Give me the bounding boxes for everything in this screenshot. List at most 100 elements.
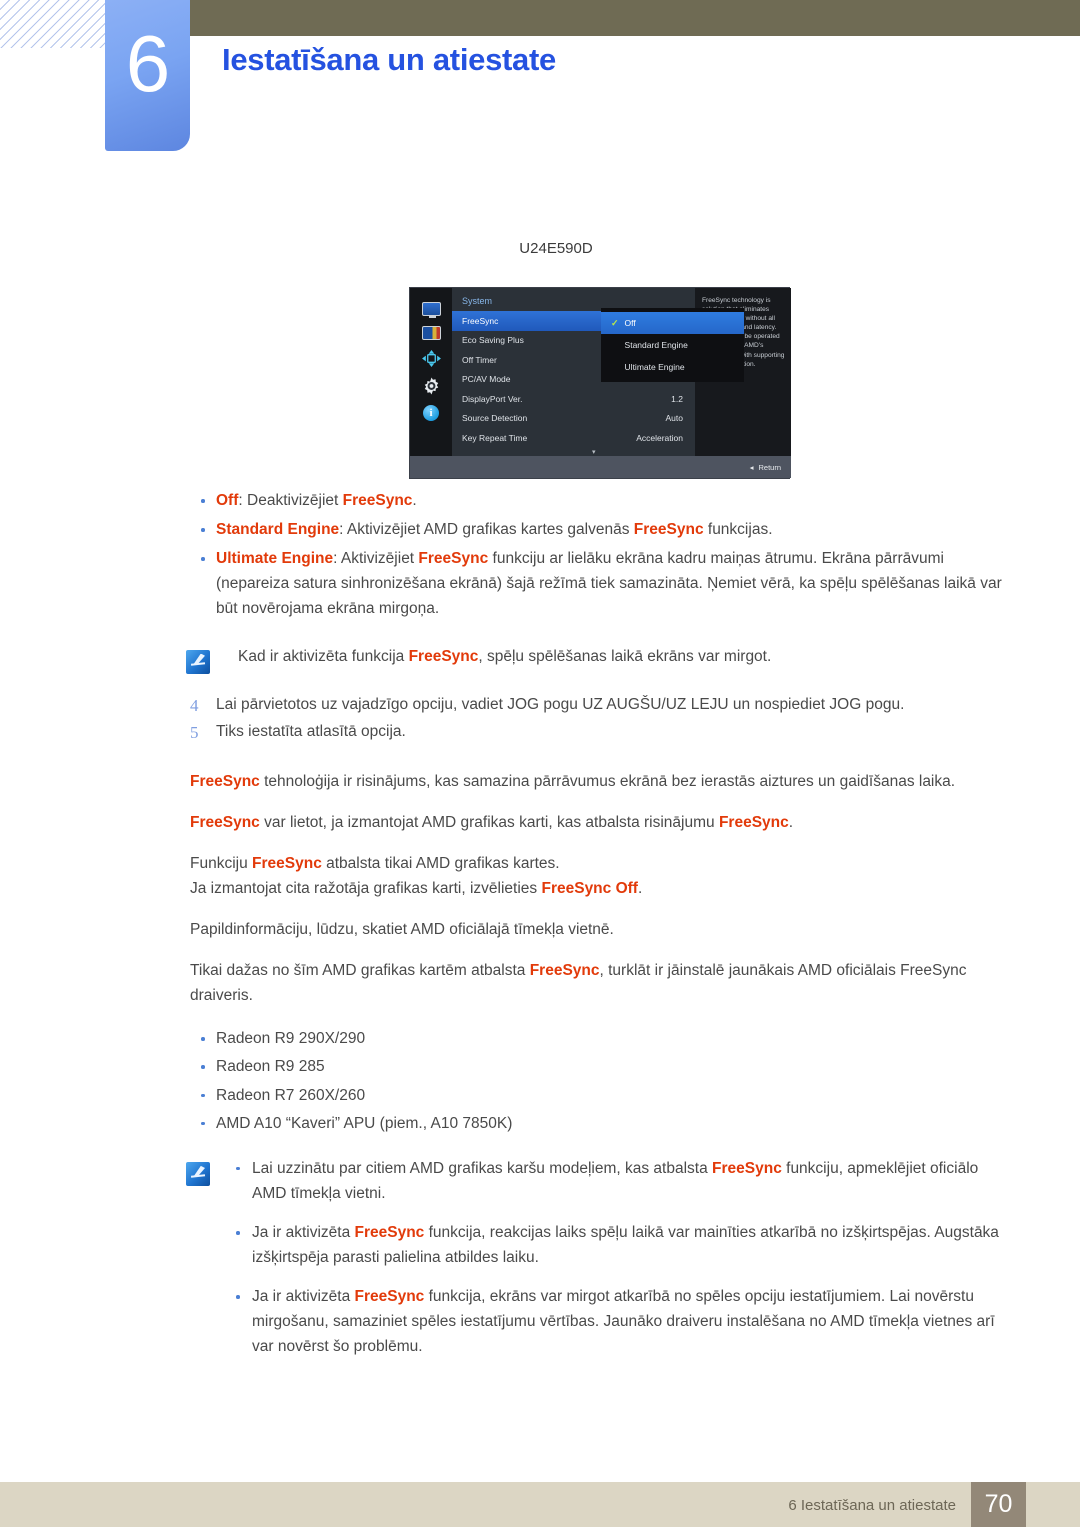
text-run: .: [412, 492, 417, 509]
step-text: Lai pārvietotos uz vajadzīgo opciju, vad…: [216, 695, 905, 713]
chapter-number: 6: [125, 19, 170, 108]
display-icon[interactable]: [421, 302, 441, 318]
bullet-icon: [190, 517, 216, 542]
list-item: Ja ir aktivizēta FreeSync funkcija, ekrā…: [224, 1284, 1008, 1359]
osd-option-label: Ultimate Engine: [624, 362, 685, 372]
bullet-text: Ultimate Engine: Aktivizējiet FreeSync f…: [216, 546, 1008, 621]
osd-row-label: PC/AV Mode: [462, 374, 511, 385]
card-name: Radeon R7 260X/260: [216, 1086, 366, 1104]
note-bullet-text: Lai uzzinātu par citiem AMD grafikas kar…: [252, 1156, 1008, 1206]
osd-row-displayport-ver[interactable]: DisplayPort Ver. 1.2: [452, 389, 695, 409]
text-run: .: [788, 813, 794, 831]
note-text: Kad ir aktivizēta funkcija FreeSync, spē…: [210, 644, 1008, 674]
osd-freesync-popup: ✓ Off ✓ Standard Engine ✓ Ultimate Engin…: [601, 308, 744, 382]
list-item: 4 Lai pārvietotos uz vajadzīgo opciju, v…: [190, 692, 1008, 720]
osd-screenshot: i System FreeSync Eco Saving Plus Off Ti…: [409, 287, 791, 479]
page-number-badge: 70: [971, 1482, 1026, 1527]
list-item: Ultimate Engine: Aktivizējiet FreeSync f…: [0, 546, 1080, 621]
paragraph-freesync-usage: FreeSync var lietot, ja izmantojat AMD g…: [0, 810, 1080, 835]
text-run: funkcijas.: [703, 521, 773, 539]
highlight-term: FreeSync: [190, 813, 260, 831]
osd-row-value: Auto: [665, 413, 684, 424]
arrows-icon[interactable]: [421, 350, 441, 367]
text-run: Tikai dažas no šīm AMD grafikas kartēm a…: [190, 962, 530, 980]
text-run: Ja ir aktivizēta: [252, 1288, 355, 1306]
paragraph-freesync-intro: FreeSync tehnoloģija ir risinājums, kas …: [0, 769, 1080, 794]
text-run: , spēļu spēlēšanas laikā ekrāns var mirg…: [478, 647, 772, 665]
bullet-icon: [224, 1220, 252, 1270]
osd-row-value: 1.2: [671, 393, 683, 404]
osd-menu-panel: System FreeSync Eco Saving Plus Off Time…: [452, 288, 744, 458]
seg: : Aktivizējiet AMD grafikas kartes galve…: [339, 521, 772, 538]
gear-icon[interactable]: [422, 377, 441, 395]
highlight-term: FreeSync: [354, 1224, 425, 1242]
page-title: Iestatīšana un atiestate: [222, 42, 556, 77]
osd-icon-rail: i: [410, 288, 452, 458]
text-run: atbalsta tikai AMD grafikas kartes.: [321, 854, 560, 872]
paragraph-more-info: Papildinformāciju, lūdzu, skatiet AMD of…: [0, 917, 1080, 942]
highlight-term: FreeSync Off: [541, 879, 638, 897]
osd-row-key-repeat-time[interactable]: Key Repeat Time Acceleration: [452, 428, 695, 448]
seg: : Aktivizējiet FreeSync funkciju ar liel…: [216, 550, 1002, 617]
model-label-row: U24E590D: [0, 240, 1080, 257]
text-run: Papildinformāciju, lūdzu, skatiet AMD of…: [190, 921, 614, 939]
osd-row-source-detection[interactable]: Source Detection Auto: [452, 409, 695, 429]
osd-row-label: FreeSync: [462, 315, 499, 326]
text-run: Ja ir aktivizēta: [252, 1224, 355, 1242]
text-run: Lai uzzinātu par citiem AMD grafikas kar…: [252, 1159, 713, 1177]
bullet-icon: [190, 1083, 216, 1108]
picture-icon[interactable]: [421, 326, 441, 340]
bullet-icon: [190, 488, 216, 513]
term: Standard Engine: [216, 521, 340, 539]
card-name: Radeon R9 285: [216, 1058, 325, 1076]
osd-row-label: Source Detection: [462, 413, 528, 424]
highlight-term: FreeSync: [342, 492, 413, 509]
scroll-down-icon[interactable]: ▾: [592, 448, 596, 456]
card-name: Radeon R9 290X/290: [216, 1030, 366, 1048]
list-item: Radeon R9 290X/290: [0, 1026, 1080, 1051]
chapter-number-badge: 6: [105, 0, 190, 151]
bullet-icon: [224, 1156, 252, 1206]
text-run: : Aktivizējiet: [333, 550, 419, 568]
osd-row-value: Acceleration: [636, 432, 683, 443]
osd-option-label: Off: [624, 318, 636, 328]
osd-row-label: DisplayPort Ver.: [462, 393, 523, 404]
osd-option-ultimate-engine[interactable]: ✓ Ultimate Engine: [601, 356, 744, 378]
text-run: Funkciju: [190, 854, 253, 872]
note-bullet-text: Ja ir aktivizēta FreeSync funkcija, ekrā…: [252, 1284, 1008, 1359]
highlight-term: FreeSync: [718, 813, 789, 831]
text-run: Kad ir aktivizēta funkcija: [238, 647, 409, 665]
main-content: Off: Deaktivizējiet FreeSync. Standard E…: [0, 488, 1080, 1360]
return-arrow-icon[interactable]: ◂: [750, 463, 754, 472]
list-item: Radeon R9 285: [0, 1054, 1080, 1079]
step-number: 5: [190, 723, 199, 743]
bullet-icon: [190, 1111, 216, 1136]
osd-row-label: Eco Saving Plus: [462, 335, 524, 346]
note-body: Lai uzzinātu par citiem AMD grafikas kar…: [210, 1156, 1008, 1360]
osd-option-off[interactable]: ✓ Off: [601, 312, 744, 334]
return-label[interactable]: Return: [758, 463, 781, 472]
info-icon[interactable]: i: [423, 405, 439, 421]
osd-footer: ◂ Return: [410, 456, 791, 478]
text-run: tehnoloģija ir risinājums, kas samazina …: [259, 772, 956, 790]
paragraph-supported-cards: Tikai dažas no šīm AMD grafikas kartēm a…: [0, 958, 1080, 1008]
step-text: Tiks iestatīta atlasītā opcija.: [216, 723, 406, 741]
note-bullet-text: Ja ir aktivizēta FreeSync funkcija, reak…: [252, 1220, 1008, 1270]
paragraph-amd-only: Funkciju FreeSync atbalsta tikai AMD gra…: [0, 851, 1080, 876]
list-item: Ja ir aktivizēta FreeSync funkcija, reak…: [224, 1220, 1008, 1270]
list-item: AMD A10 “Kaveri” APU (piem., A10 7850K): [0, 1111, 1080, 1136]
model-label: U24E590D: [519, 240, 593, 257]
text-run: Ja izmantojat cita ražotāja grafikas kar…: [190, 879, 542, 897]
card-name: AMD A10 “Kaveri” APU (piem., A10 7850K): [216, 1114, 513, 1132]
bullet-icon: [190, 1054, 216, 1079]
bullet-icon: [224, 1284, 252, 1359]
note-icon: [186, 649, 210, 674]
osd-row-label: Key Repeat Time: [462, 432, 528, 443]
note-block-2: Lai uzzinātu par citiem AMD grafikas kar…: [0, 1156, 1080, 1360]
osd-option-label: Standard Engine: [624, 340, 688, 350]
footer-chapter-label: 6 Iestatīšana un atiestate: [788, 1497, 956, 1514]
osd-option-standard-engine[interactable]: ✓ Standard Engine: [601, 334, 744, 356]
bullet-icon: [190, 1026, 216, 1051]
note-icon: [186, 1161, 210, 1186]
bullet-text: Standard Engine: Aktivizējiet AMD grafik…: [216, 517, 1008, 542]
